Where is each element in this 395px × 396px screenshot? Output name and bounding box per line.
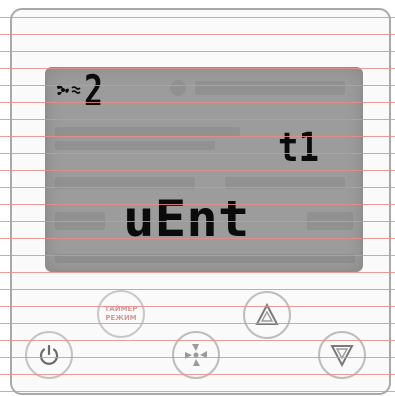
ghost-segment bbox=[55, 212, 105, 230]
up-button[interactable] bbox=[243, 291, 291, 339]
timer-mode-button[interactable]: ТАЙМЕР РЕЖИМ bbox=[97, 290, 145, 338]
power-icon bbox=[39, 344, 59, 365]
ghost-segment bbox=[55, 127, 240, 136]
ghost-segment bbox=[55, 177, 195, 189]
fan-icon bbox=[56, 84, 81, 96]
ghost-segment bbox=[170, 80, 186, 96]
triangle-up-icon bbox=[255, 302, 279, 325]
ghost-segment bbox=[307, 212, 353, 230]
triangle-down-icon bbox=[330, 345, 354, 368]
timer-label: ТАЙМЕР bbox=[104, 305, 138, 313]
lcd-bottom-bar bbox=[55, 254, 355, 263]
fan-icon bbox=[185, 344, 207, 366]
mode-label: РЕЖИМ bbox=[105, 314, 137, 322]
down-button[interactable] bbox=[318, 331, 366, 379]
ghost-segment bbox=[195, 81, 345, 95]
fan-button[interactable] bbox=[172, 331, 220, 379]
ghost-segment bbox=[55, 141, 215, 150]
mode-text: uEnt bbox=[123, 190, 250, 248]
ghost-segment bbox=[225, 177, 345, 189]
timer-indicator: t1 bbox=[278, 125, 319, 171]
power-button[interactable] bbox=[25, 331, 73, 379]
fan-speed-digit: 2 bbox=[84, 66, 103, 115]
air-flow-icon bbox=[71, 86, 81, 94]
